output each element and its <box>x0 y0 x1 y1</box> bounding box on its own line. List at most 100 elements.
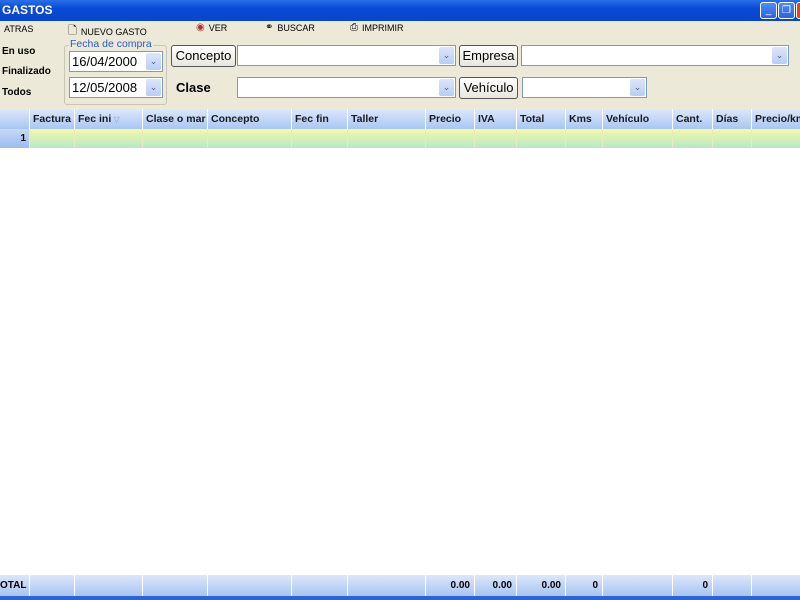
total-cell: 0 <box>673 575 713 596</box>
total-cell <box>348 575 426 596</box>
column-header[interactable]: Vehículo <box>603 109 673 129</box>
eye-icon: ◉ <box>196 22 205 33</box>
column-header[interactable]: Días <box>713 109 752 129</box>
row-number[interactable]: 1 <box>0 129 30 148</box>
chevron-down-icon[interactable]: ⌄ <box>439 47 454 64</box>
date-from-value: 16/04/2000 <box>72 54 138 69</box>
total-cell <box>75 575 143 596</box>
status-en-uso[interactable]: En uso <box>2 46 35 57</box>
column-header[interactable]: Cant. <box>673 109 713 129</box>
title-bar: GASTOS <box>0 0 800 21</box>
total-cell: 0.00 <box>426 575 475 596</box>
taskbar <box>0 596 800 600</box>
total-cell <box>292 575 348 596</box>
table-cell[interactable] <box>752 129 800 148</box>
column-header-label: Taller <box>351 113 379 125</box>
table-cell[interactable] <box>713 129 752 148</box>
status-todos[interactable]: Todos <box>2 87 31 98</box>
printer-icon: ⎙ <box>350 22 358 33</box>
column-header-label: Total <box>520 113 545 125</box>
concepto-select[interactable]: ⌄ <box>237 45 456 66</box>
column-header[interactable]: Taller <box>348 109 426 129</box>
total-cell <box>752 575 800 596</box>
column-header-label: Días <box>716 113 739 125</box>
column-header[interactable]: Total <box>517 109 566 129</box>
print-button[interactable]: ⎙ IMPRIMIR <box>350 22 404 33</box>
date-group-label: Fecha de compra <box>69 38 153 50</box>
empresa-select[interactable]: ⌄ <box>521 45 789 66</box>
column-header[interactable]: Clase o mar <box>143 109 208 129</box>
column-header[interactable]: Kms <box>566 109 603 129</box>
table-cell[interactable] <box>517 129 566 148</box>
new-label: NUEVO GASTO <box>80 26 147 37</box>
print-label: IMPRIMIR <box>362 22 404 33</box>
concepto-button[interactable]: Concepto <box>171 45 236 67</box>
chevron-down-icon[interactable]: ⌄ <box>630 79 645 96</box>
sort-icon: ▽ <box>111 115 120 124</box>
minimize-button[interactable]: _ <box>760 2 777 19</box>
table-cell[interactable] <box>143 129 208 148</box>
clase-label: Clase <box>176 80 211 95</box>
column-header[interactable]: º <box>0 109 30 129</box>
chevron-down-icon[interactable]: ⌄ <box>772 47 787 64</box>
back-label: ATRAS <box>4 24 34 34</box>
column-header-label: Precio/km <box>755 113 800 125</box>
table-cell[interactable] <box>603 129 673 148</box>
table-cell[interactable] <box>208 129 292 148</box>
window-title: GASTOS <box>2 3 53 17</box>
column-header[interactable]: Factura <box>30 109 75 129</box>
column-header[interactable]: IVA <box>475 109 517 129</box>
binoculars-icon: ⚭ <box>265 22 274 33</box>
table-cell[interactable] <box>566 129 603 148</box>
back-button[interactable]: ATRAS <box>4 24 33 34</box>
restore-button[interactable]: ❐ <box>778 2 795 19</box>
column-header[interactable]: Precio <box>426 109 475 129</box>
table-cell[interactable] <box>475 129 517 148</box>
grid-header: ºFacturaFec ini ▽Clase o marConceptoFec … <box>0 109 800 129</box>
chevron-down-icon[interactable]: ⌄ <box>146 79 161 96</box>
date-from-picker[interactable]: 16/04/2000 ⌄ <box>69 51 163 72</box>
total-cell <box>713 575 752 596</box>
total-cell <box>208 575 292 596</box>
column-header-label: Fec ini <box>78 113 112 125</box>
column-header[interactable]: Fec fin <box>292 109 348 129</box>
total-cell <box>143 575 208 596</box>
view-button[interactable]: ◉ VER <box>196 22 227 33</box>
column-header-label: Kms <box>569 113 592 125</box>
search-label: BUSCAR <box>277 22 315 33</box>
total-cell: OTAL <box>0 575 30 596</box>
table-row[interactable]: 1 <box>0 129 800 148</box>
total-cell <box>603 575 673 596</box>
empresa-button[interactable]: Empresa <box>459 45 518 67</box>
column-header-label: Clase o mar <box>146 113 206 125</box>
view-label: VER <box>208 22 228 33</box>
vehiculo-button[interactable]: Vehículo <box>459 77 518 99</box>
table-cell[interactable] <box>348 129 426 148</box>
table-cell[interactable] <box>673 129 713 148</box>
toolbar: ATRAS 🗋 NUEVO GASTO ◉ VER ⚭ BUSCAR ⎙ IMPRIMI… <box>0 21 800 39</box>
table-cell[interactable] <box>292 129 348 148</box>
clase-select[interactable]: ⌄ <box>237 77 456 98</box>
column-header-label: Precio <box>429 113 462 125</box>
table-cell[interactable] <box>426 129 475 148</box>
column-header-label: Cant. <box>676 113 703 125</box>
total-cell: 0.00 <box>475 575 517 596</box>
column-header[interactable]: Fec ini ▽ <box>75 109 143 129</box>
table-cell[interactable] <box>30 129 75 148</box>
totals-row: OTAL 0.00 0.00 0.00 0 0 <box>0 575 800 596</box>
column-header-label: Vehículo <box>606 113 650 125</box>
close-button[interactable]: × <box>796 2 800 19</box>
column-header[interactable]: Concepto <box>208 109 292 129</box>
vehiculo-select[interactable]: ⌄ <box>522 77 647 98</box>
chevron-down-icon[interactable]: ⌄ <box>146 53 161 70</box>
search-button[interactable]: ⚭ BUSCAR <box>265 22 315 33</box>
column-header[interactable]: Precio/km <box>752 109 800 129</box>
column-header-label: Factura <box>33 113 71 125</box>
column-header-label: IVA <box>478 113 495 125</box>
date-to-picker[interactable]: 12/05/2008 ⌄ <box>69 77 163 98</box>
chevron-down-icon[interactable]: ⌄ <box>439 79 454 96</box>
total-cell <box>30 575 75 596</box>
status-finalizado[interactable]: Finalizado <box>2 66 51 77</box>
total-cell: 0.00 <box>517 575 566 596</box>
table-cell[interactable] <box>75 129 143 148</box>
